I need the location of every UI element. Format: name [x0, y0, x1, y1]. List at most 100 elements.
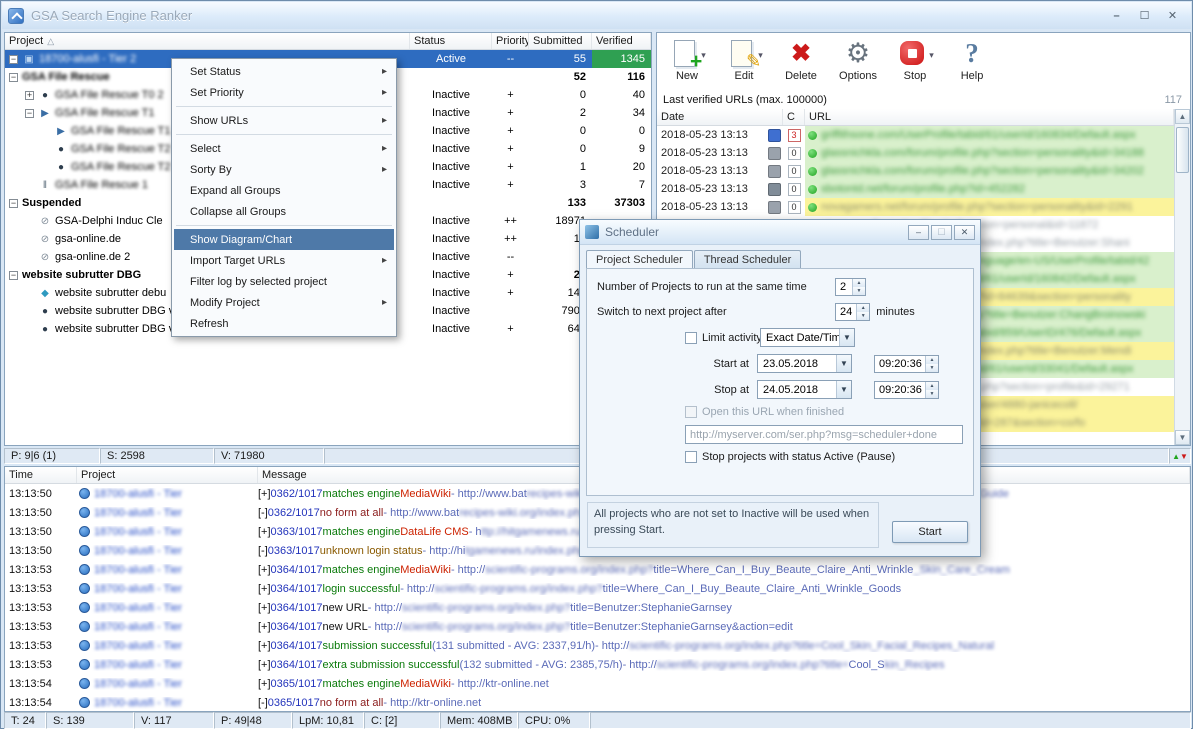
project-submitted-cell: 0 [579, 89, 586, 101]
scrollbar-thumb[interactable] [1176, 127, 1189, 173]
menu-item-import-target-urls[interactable]: Import Target URLs [174, 250, 394, 271]
globe-icon [79, 640, 90, 651]
chevron-down-icon[interactable] [839, 329, 854, 346]
scroll-up-icon[interactable] [1175, 109, 1190, 124]
tab-project-scheduler[interactable]: Project Scheduler [586, 250, 693, 269]
spinner-arrows-icon[interactable] [925, 355, 938, 372]
log-row[interactable]: 13:13:54 18700-alusfi - Tier [-] 0365/101… [5, 693, 1190, 711]
log-project-name: 18700-alusfi - Tier [94, 601, 183, 614]
log-row[interactable]: 13:13:53 18700-alusfi - Tier [+] 0364/101… [5, 579, 1190, 598]
column-header-submitted[interactable]: Submitted [529, 33, 592, 49]
project-status-cell: Active [436, 53, 466, 65]
dropdown-arrow-icon[interactable] [929, 50, 934, 61]
column-header-priority[interactable]: Priority [492, 33, 529, 49]
log-message-segment: scientific-programs.org/index.php? [402, 620, 571, 633]
scroll-down-icon[interactable] [1175, 430, 1190, 445]
edit-button[interactable]: Edit [720, 37, 768, 91]
tree-expander-icon[interactable]: − [9, 72, 18, 82]
scheduler-tabs: Project Scheduler Thread Scheduler [580, 245, 980, 269]
globe-icon [79, 659, 90, 670]
menu-item-expand-all-groups[interactable]: Expand all Groups [174, 180, 394, 201]
tree-expander-icon[interactable]: − [9, 198, 18, 208]
column-header-status[interactable]: Status [410, 33, 492, 49]
maximize-button[interactable] [1132, 7, 1157, 24]
limit-mode-dropdown[interactable]: Exact Date/Time [760, 328, 855, 347]
minimize-button[interactable] [1104, 7, 1129, 24]
menu-item-set-priority[interactable]: Set Priority [174, 82, 394, 103]
project-submitted-cell: 55 [573, 53, 586, 65]
menu-item-sorty-by[interactable]: Sorty By [174, 159, 394, 180]
menu-item-modify-project[interactable]: Modify Project [174, 292, 394, 313]
menu-item-collapse-all-groups[interactable]: Collapse all Groups [174, 201, 394, 222]
scheduler-minimize-button[interactable] [908, 224, 929, 240]
log-project-name: 18700-alusfi - Tier [94, 582, 183, 595]
url-row[interactable]: 2018-05-23 13:13 0 glassnichkla.com/forum/… [657, 162, 1174, 180]
start-date-dropdown[interactable]: 23.05.2018 [757, 354, 852, 373]
log-row[interactable]: 13:13:53 18700-alusfi - Tier [+] 0364/101… [5, 617, 1190, 636]
column-header-url[interactable]: URL [805, 109, 1174, 125]
menu-item-select[interactable]: Select [174, 138, 394, 159]
limit-mode-value: Exact Date/Time [766, 331, 839, 344]
menu-item-filter-log-by-selected-project[interactable]: Filter log by selected project [174, 271, 394, 292]
globe-icon [79, 507, 90, 518]
menu-item-set-status[interactable]: Set Status [174, 61, 394, 82]
spinner-arrows-icon[interactable] [856, 304, 870, 320]
status-cell-t: T: 24 [4, 712, 46, 729]
menu-item-refresh[interactable]: Refresh [174, 313, 394, 334]
log-row[interactable]: 13:13:53 18700-alusfi - Tier [+] 0364/101… [5, 636, 1190, 655]
url-row[interactable]: 2018-05-23 13:13 0 sbotontd.net/forum/prof… [657, 180, 1174, 198]
column-header-project[interactable]: Project △ [5, 33, 410, 49]
tab-thread-scheduler[interactable]: Thread Scheduler [693, 250, 802, 269]
log-row[interactable]: 13:13:54 18700-alusfi - Tier [+] 0365/101… [5, 674, 1190, 693]
project-status-cell: Inactive [432, 305, 470, 317]
url-date-cell: 2018-05-23 13:13 [657, 146, 783, 160]
help-icon [956, 37, 988, 69]
stop-active-checkbox[interactable] [685, 451, 697, 463]
log-message-segment: - http:// [450, 563, 486, 576]
column-header-project[interactable]: Project [77, 467, 258, 483]
start-button[interactable]: Start [892, 521, 968, 543]
menu-item-show-diagram-chart[interactable]: Show Diagram/Chart [174, 229, 394, 250]
projects-count-spinner[interactable]: 2 [835, 278, 866, 296]
delete-button[interactable]: Delete [777, 37, 825, 91]
switch-after-spinner[interactable]: 24 [835, 303, 871, 321]
chevron-down-icon[interactable] [836, 355, 851, 372]
scheduler-close-button[interactable] [954, 224, 975, 240]
url-row[interactable]: 2018-05-23 13:13 0 novagamers.net/forum/pr… [657, 198, 1174, 216]
log-message-segment: [-] [258, 506, 268, 519]
project-label: website subrutter DBG ve [55, 305, 181, 317]
project-status-cell: Inactive [432, 143, 470, 155]
log-time: 13:13:53 [9, 582, 52, 595]
log-row[interactable]: 13:13:53 18700-alusfi - Tier [+] 0364/101… [5, 598, 1190, 617]
log-project: 18700-alusfi - Tier [77, 583, 258, 595]
tree-expander-icon[interactable]: − [25, 108, 34, 118]
tree-expander-icon[interactable]: − [9, 54, 18, 64]
stop-date-dropdown[interactable]: 24.05.2018 [757, 380, 852, 399]
project-verified-cell: 37303 [614, 197, 645, 209]
new-button[interactable]: New [663, 37, 711, 91]
help-button[interactable]: Help [948, 37, 996, 91]
stop-button[interactable]: Stop [891, 37, 939, 91]
log-row[interactable]: 13:13:53 18700-alusfi - Tier [+] 0364/101… [5, 655, 1190, 674]
project-submitted-cell: 1 [579, 161, 586, 173]
column-header-time[interactable]: Time [5, 467, 77, 483]
close-button[interactable] [1160, 7, 1185, 24]
url-scrollbar[interactable] [1174, 109, 1190, 445]
tree-expander-icon[interactable]: + [25, 90, 34, 100]
stop-time-spinner[interactable]: 09:20:36 [874, 380, 939, 399]
spinner-arrows-icon[interactable] [925, 381, 938, 398]
url-row[interactable]: 2018-05-23 13:13 3 griffithsone.com/UserPr… [657, 126, 1174, 144]
menu-item-show-urls[interactable]: Show URLs [174, 110, 394, 131]
spinner-arrows-icon[interactable] [852, 279, 865, 295]
limit-activity-checkbox[interactable] [685, 331, 697, 344]
url-row[interactable]: 2018-05-23 13:13 0 glassnichkla.com/forum/… [657, 144, 1174, 162]
log-row[interactable]: 13:13:53 18700-alusfi - Tier [+] 0364/101… [5, 560, 1190, 579]
options-button[interactable]: Options [834, 37, 882, 91]
column-header-c[interactable]: C [783, 109, 805, 125]
tree-expander-icon[interactable]: − [9, 270, 18, 280]
start-time-spinner[interactable]: 09:20:36 [874, 354, 939, 373]
column-header-verified[interactable]: Verified [592, 33, 651, 49]
column-header-date[interactable]: Date [657, 109, 783, 125]
chevron-down-icon[interactable] [836, 381, 851, 398]
menu-item-label: Collapse all Groups [190, 205, 286, 218]
